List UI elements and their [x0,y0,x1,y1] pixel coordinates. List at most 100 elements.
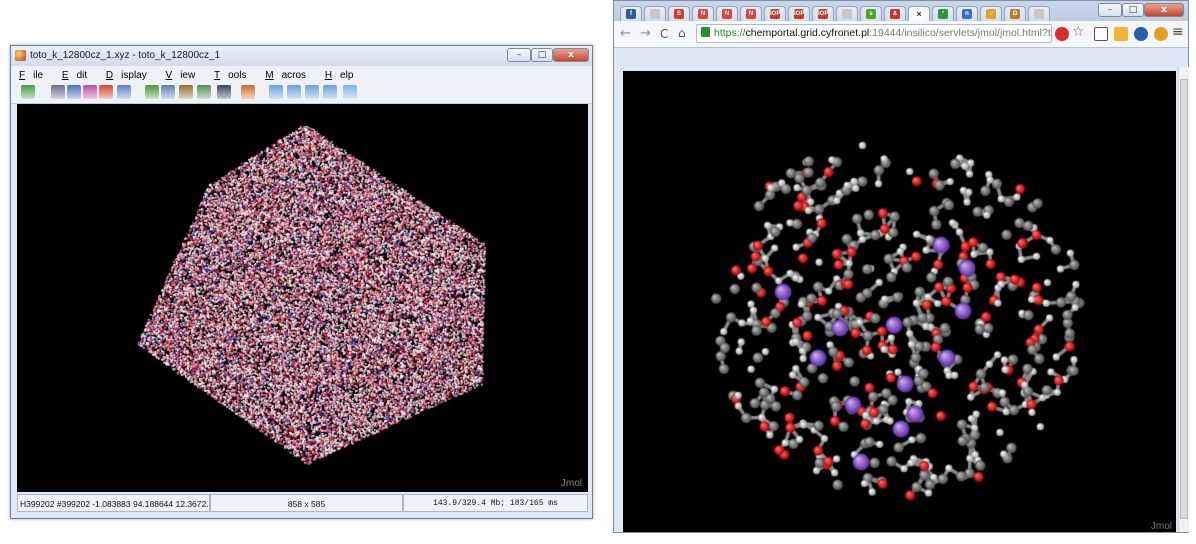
colors-icon[interactable] [67,85,81,99]
first-frame-icon[interactable] [269,85,283,99]
n-icon: N [698,9,708,19]
toolbar [11,82,592,104]
omega-icon: Ω [1010,9,1020,19]
browser-tab[interactable]: ∆ [884,6,906,21]
address-bar: ← → C ⌂ https://chemportal.grid.cyfronet… [614,21,1188,48]
print-icon[interactable] [117,85,131,99]
iop-icon: IOP [794,9,805,19]
lock-icon [701,27,710,37]
jmol-applet-watermark: Jmol [1150,521,1172,532]
browser-minimize-button[interactable]: – [1098,3,1122,17]
jmol-viewer-canvas[interactable]: Jmol [17,104,588,492]
browser-tab[interactable]: Ω [1004,6,1026,21]
status-bar: H399202 #399202 -1.083883 94.188644 12.3… [17,494,588,512]
browser-tab[interactable]: S [668,6,690,21]
active-tab-close-icon: × [914,9,924,19]
browser-tab[interactable]: IOP [788,6,810,21]
blank-page-icon [1034,9,1044,19]
menu-macros[interactable]: Macros [257,66,314,81]
facebook-icon: f [626,9,636,19]
home-icon[interactable]: ⌂ [678,26,686,40]
window-title: toto_k_12800cz_1.xyz - toto_k_12800cz_1 [30,50,221,61]
browser-tab[interactable]: ○ [980,6,1002,21]
hexagon-icon: ○ [986,9,996,19]
menu-display[interactable]: Display [98,66,155,81]
title-bar[interactable]: toto_k_12800cz_1.xyz - toto_k_12800cz_1 … [11,46,592,66]
browser-maximize-button[interactable]: □ [1122,3,1144,17]
status-atom-info: H399202 #399202 -1.083883 94.188644 12.3… [17,494,210,512]
molecule-icon: ¹ [938,9,948,19]
menu-file[interactable]: File [11,66,51,81]
flask-icon: ∆ [890,9,900,19]
browser-tab[interactable]: n [956,6,978,21]
n-icon: N [746,9,756,19]
browser-tab[interactable]: f [620,6,642,21]
minimize-button[interactable]: – [507,48,531,62]
browser-tab[interactable]: s [860,6,882,21]
molecule-render [623,71,1176,532]
browser-tab[interactable] [1028,6,1050,21]
menu-icon[interactable]: ≡ [1172,24,1184,40]
back-arrow-icon[interactable]: ← [620,26,631,41]
adblock-icon[interactable] [1055,27,1069,41]
s-icon: S [674,9,684,19]
browser-tab[interactable]: IOP [764,6,786,21]
cross-icon[interactable] [217,85,231,99]
atom-cloud-render [17,104,588,492]
browser-tab[interactable]: N [716,6,738,21]
menu-help[interactable]: Help [317,66,362,81]
measure-icon[interactable] [99,85,113,99]
n-icon: N [722,9,732,19]
browser-tab[interactable]: × [908,6,930,21]
jmol-applet-canvas[interactable]: Jmol [623,71,1176,532]
status-canvas-size: 858 x 585 [210,494,403,512]
tab-strip: – □ x f S N N N IOP IOP IOP s ∆ × ¹ n ○ Ω [614,1,1188,21]
jmol-watermark: Jmol [560,478,582,489]
calculator-icon[interactable] [1094,27,1108,41]
close-button[interactable]: x [553,48,589,62]
pencil-icon[interactable] [179,85,193,99]
open-icon[interactable] [21,85,35,99]
screenshot-icon[interactable] [51,85,65,99]
iop-icon: IOP [770,9,781,19]
extra-icon[interactable] [343,85,357,99]
select-icon[interactable] [161,85,175,99]
home-icon[interactable] [241,85,255,99]
blank-page-icon [842,9,852,19]
blue-icon: n [962,9,972,19]
menu-tools[interactable]: Tools [206,66,254,81]
browser-tab[interactable]: N [692,6,714,21]
extension-icon[interactable] [1154,27,1168,41]
status-memory: 143.9/329.4 Mb; 183/165 ms [403,494,588,512]
iop-icon: IOP [818,9,829,19]
reload-icon[interactable]: C [660,27,668,41]
browser-tab[interactable] [644,6,666,21]
menu-bar: File Edit Display View Tools Macros Help [11,66,592,82]
folder-extension-icon[interactable] [1114,27,1128,41]
prev-frame-icon[interactable] [287,85,301,99]
zoom-icon[interactable] [197,85,211,99]
blank-page-icon [650,9,660,19]
browser-tab[interactable]: N [740,6,762,21]
menu-view[interactable]: View [158,66,204,81]
browser-close-button[interactable]: x [1144,3,1184,17]
jmol-window: toto_k_12800cz_1.xyz - toto_k_12800cz_1 … [10,45,593,519]
menu-edit[interactable]: Edit [54,66,95,81]
bookmark-star-icon[interactable]: ☆ [1072,24,1085,40]
scrollbar-thumb[interactable] [1180,79,1188,519]
next-frame-icon[interactable] [305,85,319,99]
maximize-button[interactable]: □ [531,48,553,62]
browser-window: – □ x f S N N N IOP IOP IOP s ∆ × ¹ n ○ Ω ← → C ⌂ http… [613,0,1189,533]
forward-arrow-icon[interactable]: → [640,26,651,41]
browser-tab[interactable]: IOP [812,6,834,21]
download-icon[interactable] [1134,27,1148,41]
last-frame-icon[interactable] [323,85,337,99]
browser-tab[interactable] [836,6,858,21]
green-icon: s [866,9,876,19]
rotate-icon[interactable] [145,85,159,99]
jmol-app-icon [15,50,26,61]
browser-tab[interactable]: ¹ [932,6,954,21]
spin-icon[interactable] [83,85,97,99]
vertical-scrollbar[interactable] [1178,67,1189,532]
url-input[interactable]: https://chemportal.grid.cyfronet.pl:1944… [696,24,1052,43]
